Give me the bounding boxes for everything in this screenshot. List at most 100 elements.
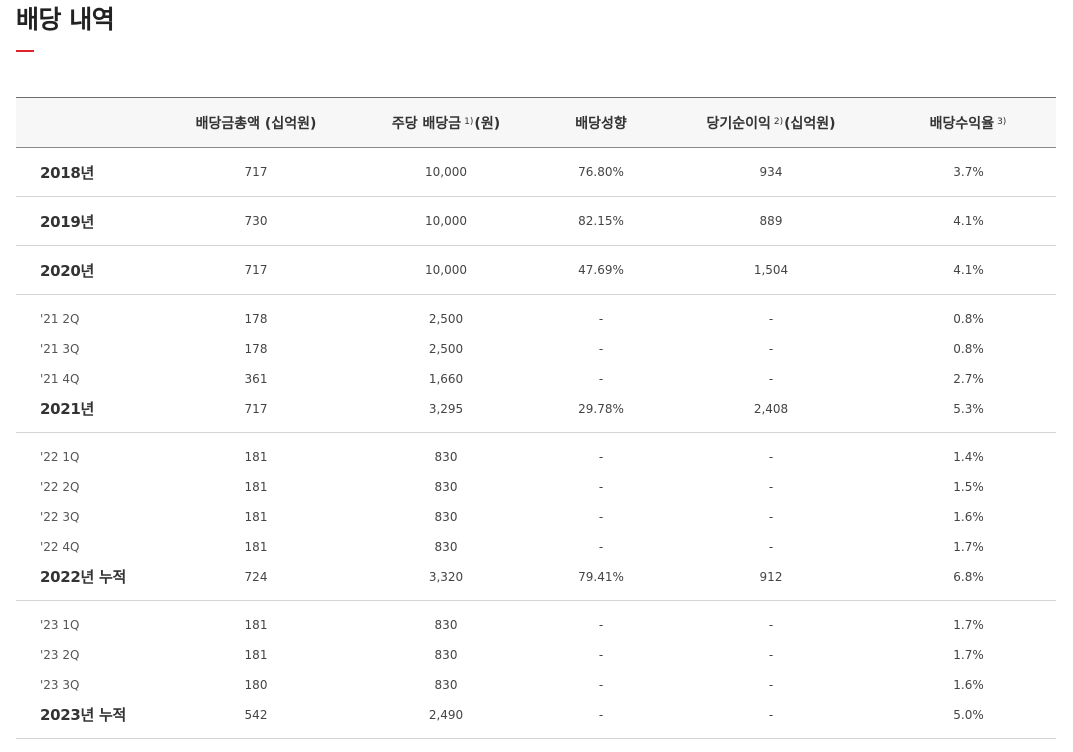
cell-dividend-yield: 2.7% [953, 371, 984, 386]
title-accent-line [16, 50, 34, 52]
column-header-label [16, 98, 161, 148]
cell-dividend-yield: 1.6% [953, 677, 984, 692]
cell-net-income: 889 [759, 214, 783, 228]
column-header-dividend-per-share: 주당 배당금 1)(원) [391, 115, 501, 132]
table-row: '21 4Q 361 1,660 - - 2.7% [16, 364, 1056, 394]
cell-net-income: 2,408 [753, 401, 789, 416]
cell-dividend-yield: 3.7% [953, 165, 984, 179]
cell-total-dividend: 717 [244, 401, 268, 416]
cell-payout-ratio: - [598, 617, 604, 632]
cell-net-income: 912 [759, 569, 783, 584]
table-row: '22 4Q 181 830 - - 1.7% [16, 532, 1056, 562]
cell-payout-ratio: - [598, 647, 604, 662]
cell-dividend-yield: 1.4% [953, 449, 984, 464]
cell-dividend-yield: 4.1% [953, 214, 984, 228]
row-quarter-label: '22 3Q [40, 509, 80, 524]
cell-total-dividend: 717 [244, 165, 268, 179]
cell-dividend-yield: 4.1% [953, 263, 984, 277]
table-body: 2018년 717 10,000 76.80% 934 3.7% 2019년 730 10,00… [16, 148, 1056, 739]
table-header-row: 배당금총액 (십억원) 주당 배당금 1)(원) 배당성향 당기순이익 2)(십억원… [16, 97, 1056, 148]
cell-dividend-yield: 1.5% [953, 479, 984, 494]
dividend-table: 배당금총액 (십억원) 주당 배당금 1)(원) 배당성향 당기순이익 2)(십억원… [16, 97, 1056, 739]
cell-dividend-yield: 1.7% [953, 617, 984, 632]
column-header-payout-ratio: 배당성향 [575, 115, 627, 132]
cell-payout-ratio: - [598, 311, 604, 326]
row-quarter-label: '22 1Q [40, 449, 80, 464]
table-row: '22 3Q 181 830 - - 1.6% [16, 502, 1056, 532]
row-quarter-label: '23 2Q [40, 647, 80, 662]
table-row: 2019년 730 10,000 82.15% 889 4.1% [16, 197, 1056, 246]
cell-dividend-per-share: 1,660 [428, 371, 464, 386]
cell-dividend-per-share: 3,320 [428, 569, 464, 584]
cell-total-dividend: 181 [244, 479, 268, 494]
cell-total-dividend: 542 [244, 707, 268, 722]
cell-dividend-yield: 1.7% [953, 539, 984, 554]
cell-total-dividend: 178 [244, 311, 268, 326]
table-row: '23 1Q 181 830 - - 1.7% [16, 601, 1056, 640]
row-year-label: 2023년 누적 [40, 706, 126, 725]
cell-net-income: - [768, 371, 774, 386]
cell-payout-ratio: 82.15% [578, 214, 624, 228]
cell-payout-ratio: - [598, 677, 604, 692]
cell-dividend-per-share: 830 [434, 539, 458, 554]
table-row: '22 2Q 181 830 - - 1.5% [16, 472, 1056, 502]
table-row: 2022년 누적 724 3,320 79.41% 912 6.8% [16, 562, 1056, 601]
cell-net-income: - [768, 617, 774, 632]
cell-total-dividend: 361 [244, 371, 268, 386]
cell-dividend-per-share: 2,500 [428, 341, 464, 356]
cell-dividend-yield: 0.8% [953, 311, 984, 326]
cell-payout-ratio: 29.78% [578, 401, 624, 416]
cell-net-income: 1,504 [753, 263, 789, 277]
footnote-marker: 1) [464, 116, 474, 127]
row-year-label: 2019년 [40, 212, 95, 231]
cell-dividend-yield: 5.3% [953, 401, 984, 416]
cell-dividend-per-share: 10,000 [425, 214, 467, 228]
cell-dividend-yield: 0.8% [953, 341, 984, 356]
table-row: '23 3Q 180 830 - - 1.6% [16, 670, 1056, 700]
cell-dividend-per-share: 10,000 [425, 165, 467, 179]
footnote-marker: 3) [997, 116, 1007, 127]
row-quarter-label: '21 3Q [40, 341, 80, 356]
cell-payout-ratio: 79.41% [578, 569, 624, 584]
cell-dividend-per-share: 830 [434, 677, 458, 692]
cell-total-dividend: 181 [244, 509, 268, 524]
dividend-table-container: 배당금총액 (십억원) 주당 배당금 1)(원) 배당성향 당기순이익 2)(십억원… [16, 97, 1056, 739]
table-row: '21 2Q 178 2,500 - - 0.8% [16, 295, 1056, 334]
cell-net-income: - [768, 311, 774, 326]
cell-dividend-yield: 6.8% [953, 569, 984, 584]
cell-net-income: - [768, 647, 774, 662]
cell-total-dividend: 181 [244, 539, 268, 554]
column-header-dividend-yield: 배당수익율 3) [929, 115, 1007, 132]
cell-payout-ratio: - [598, 509, 604, 524]
cell-dividend-yield: 1.7% [953, 647, 984, 662]
table-row: '23 2Q 181 830 - - 1.7% [16, 640, 1056, 670]
cell-dividend-per-share: 2,490 [428, 707, 464, 722]
table-row: 2021년 717 3,295 29.78% 2,408 5.3% [16, 394, 1056, 433]
cell-payout-ratio: - [598, 539, 604, 554]
cell-net-income: 934 [759, 165, 783, 179]
cell-dividend-yield: 5.0% [953, 707, 984, 722]
cell-payout-ratio: - [598, 371, 604, 386]
column-header-net-income: 당기순이익 2)(십억원) [706, 115, 836, 132]
cell-dividend-per-share: 830 [434, 617, 458, 632]
row-year-label: 2021년 [40, 400, 95, 419]
cell-dividend-per-share: 830 [434, 509, 458, 524]
cell-dividend-per-share: 830 [434, 647, 458, 662]
cell-dividend-per-share: 830 [434, 479, 458, 494]
cell-total-dividend: 181 [244, 647, 268, 662]
cell-payout-ratio: - [598, 707, 604, 722]
cell-net-income: - [768, 509, 774, 524]
row-year-label: 2020년 [40, 261, 95, 280]
cell-net-income: - [768, 449, 774, 464]
cell-total-dividend: 181 [244, 617, 268, 632]
row-quarter-label: '22 4Q [40, 539, 80, 554]
footnote-marker: 2) [773, 116, 784, 127]
cell-net-income: - [768, 341, 774, 356]
cell-payout-ratio: 47.69% [578, 263, 624, 277]
row-quarter-label: '23 1Q [40, 617, 80, 632]
row-quarter-label: '21 2Q [40, 311, 80, 326]
cell-net-income: - [768, 479, 774, 494]
cell-net-income: - [768, 539, 774, 554]
cell-total-dividend: 178 [244, 341, 268, 356]
column-header-total-dividend: 배당금총액 (십억원) [195, 115, 317, 132]
